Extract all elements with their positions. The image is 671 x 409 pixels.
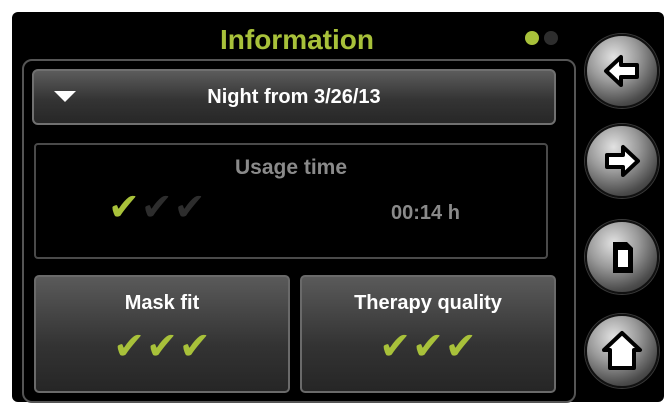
arrow-left-icon <box>604 55 639 87</box>
check-icon: ✔ <box>178 324 211 368</box>
page-title: Information <box>220 24 374 55</box>
page-indicator <box>525 31 558 45</box>
home-button[interactable] <box>585 314 659 388</box>
sd-card-icon <box>613 242 633 273</box>
check-icon: ✔ <box>412 324 444 368</box>
device-screen: Information Night from 3/26/13 Usage tim… <box>12 12 664 403</box>
arrow-right-icon <box>605 145 640 177</box>
home-icon <box>602 331 642 370</box>
night-selector-dropdown[interactable]: Night from 3/26/13 <box>32 69 556 125</box>
check-icon: ✔ <box>444 324 477 368</box>
usage-time-label: Usage time <box>234 156 348 179</box>
check-icon: ✔ <box>146 324 178 368</box>
mask-fit-label: Mask fit <box>124 292 200 314</box>
check-icon: ✔ <box>379 324 412 368</box>
usage-time-value: 00:14 h <box>391 202 460 224</box>
information-panel: Night from 3/26/13 Usage time ✔ ✔ ✔ 00:1… <box>22 59 576 403</box>
check-icon: ✔ <box>173 185 206 229</box>
forward-button[interactable] <box>585 124 659 198</box>
mask-fit-rating: ✔ ✔ ✔ <box>36 327 288 365</box>
check-icon: ✔ <box>108 185 140 229</box>
therapy-quality-button[interactable]: Therapy quality ✔ ✔ ✔ <box>300 275 556 393</box>
back-button[interactable] <box>585 34 659 108</box>
therapy-quality-label: Therapy quality <box>354 292 502 314</box>
usage-time-box: Usage time ✔ ✔ ✔ 00:14 h <box>34 143 548 259</box>
night-label: Night from 3/26/13 <box>207 86 381 108</box>
check-icon: ✔ <box>140 185 173 229</box>
therapy-quality-rating: ✔ ✔ ✔ <box>302 327 554 365</box>
sd-card-button[interactable] <box>585 220 659 294</box>
usage-rating: ✔ ✔ ✔ <box>108 188 206 226</box>
check-icon: ✔ <box>113 324 146 368</box>
page-dot-inactive <box>544 31 558 45</box>
page-dot-active <box>525 31 539 45</box>
mask-fit-button[interactable]: Mask fit ✔ ✔ ✔ <box>34 275 290 393</box>
